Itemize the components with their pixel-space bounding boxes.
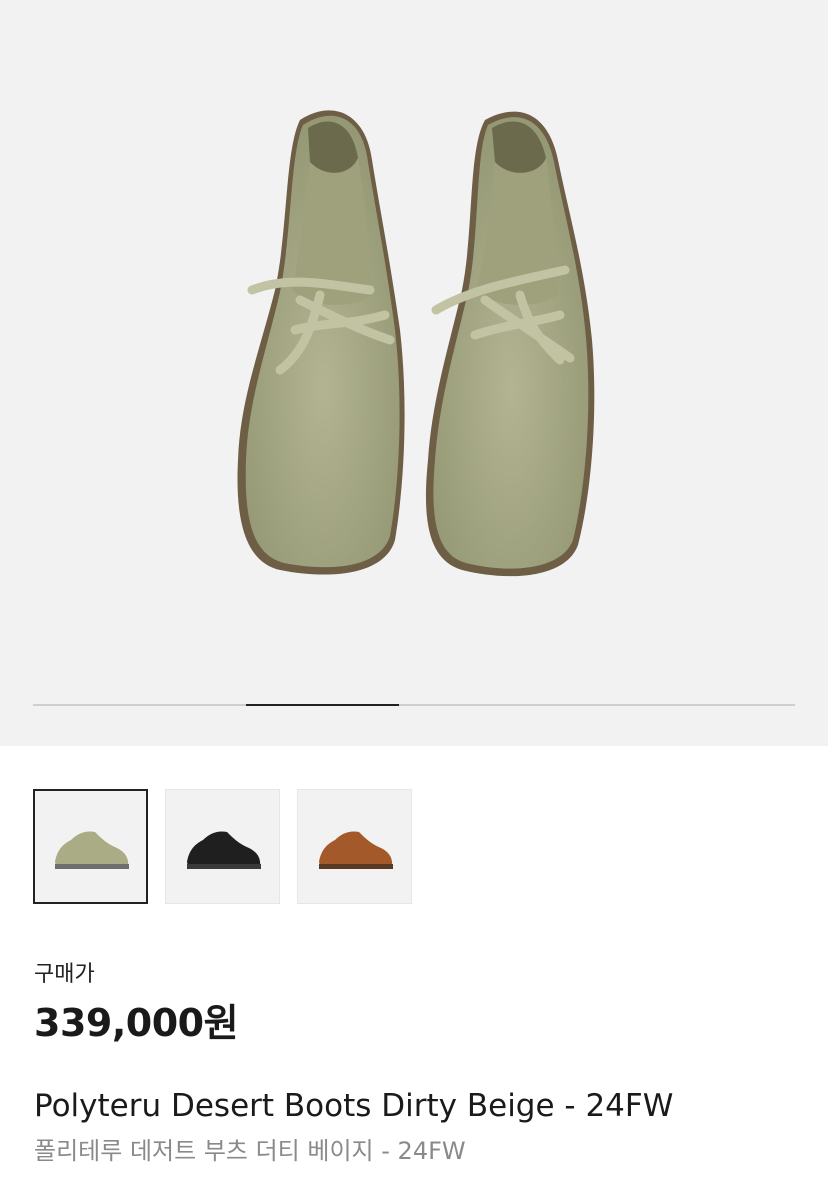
price-label: 구매가 (34, 962, 95, 987)
thumbnail-dirty-beige[interactable] (33, 789, 148, 904)
boot-thumbnail-icon (186, 830, 261, 869)
thumbnail-brown[interactable] (297, 789, 412, 904)
product-title-en: Polyteru Desert Boots Dirty Beige - 24FW (34, 1088, 674, 1124)
gallery-progress-indicator (246, 704, 399, 706)
thumbnail-black[interactable] (165, 789, 280, 904)
price-value: 339,000원 (34, 1001, 239, 1045)
product-main-image (237, 110, 595, 577)
product-image-gallery[interactable] (0, 0, 828, 746)
left-boot (237, 110, 405, 575)
boot-thumbnail-icon (318, 830, 393, 869)
boot-thumbnail-icon (54, 830, 129, 869)
color-variant-thumbnails (33, 789, 412, 904)
gallery-progress-bar (33, 704, 795, 706)
right-boot (425, 111, 595, 577)
product-title-ko: 폴리테루 데저트 부츠 더티 베이지 - 24FW (34, 1137, 466, 1165)
